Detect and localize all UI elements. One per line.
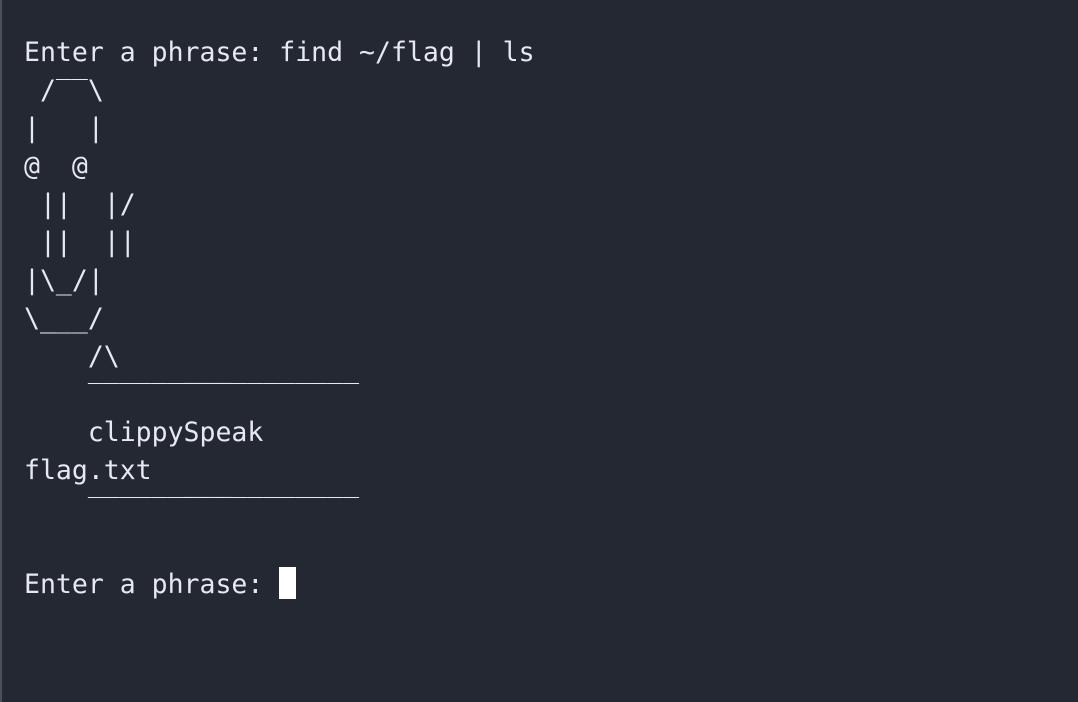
ascii-art-line: || || (24, 227, 136, 258)
ascii-art-line: | | (24, 113, 104, 144)
ascii-art-line: /‾‾\ (24, 75, 104, 106)
input-prompt-line[interactable]: Enter a phrase: (24, 566, 1078, 604)
speech-bubble-top-border: ‾‾‾‾‾‾‾‾‾‾‾‾‾‾‾‾‾ (24, 379, 360, 410)
text-cursor (279, 567, 297, 599)
ascii-art-line: || |/ (24, 189, 136, 220)
speech-bubble-text: clippySpeak (24, 417, 264, 448)
speech-bubble-bottom-border: ‾‾‾‾‾‾‾‾‾‾‾‾‾‾‾‾‾ (24, 493, 360, 524)
command-output: flag.txt (24, 455, 152, 486)
command-line: Enter a phrase: find ~/flag | ls (24, 37, 535, 68)
ascii-art-line: @ @ (24, 151, 88, 182)
ascii-art-line: \___/ (24, 303, 104, 334)
ascii-art-line: /\ (24, 341, 120, 372)
prompt-text: Enter a phrase: (24, 569, 280, 600)
ascii-art-line: |\_/| (24, 265, 104, 296)
terminal-window[interactable]: Enter a phrase: find ~/flag | ls /‾‾\ | … (0, 0, 1078, 702)
